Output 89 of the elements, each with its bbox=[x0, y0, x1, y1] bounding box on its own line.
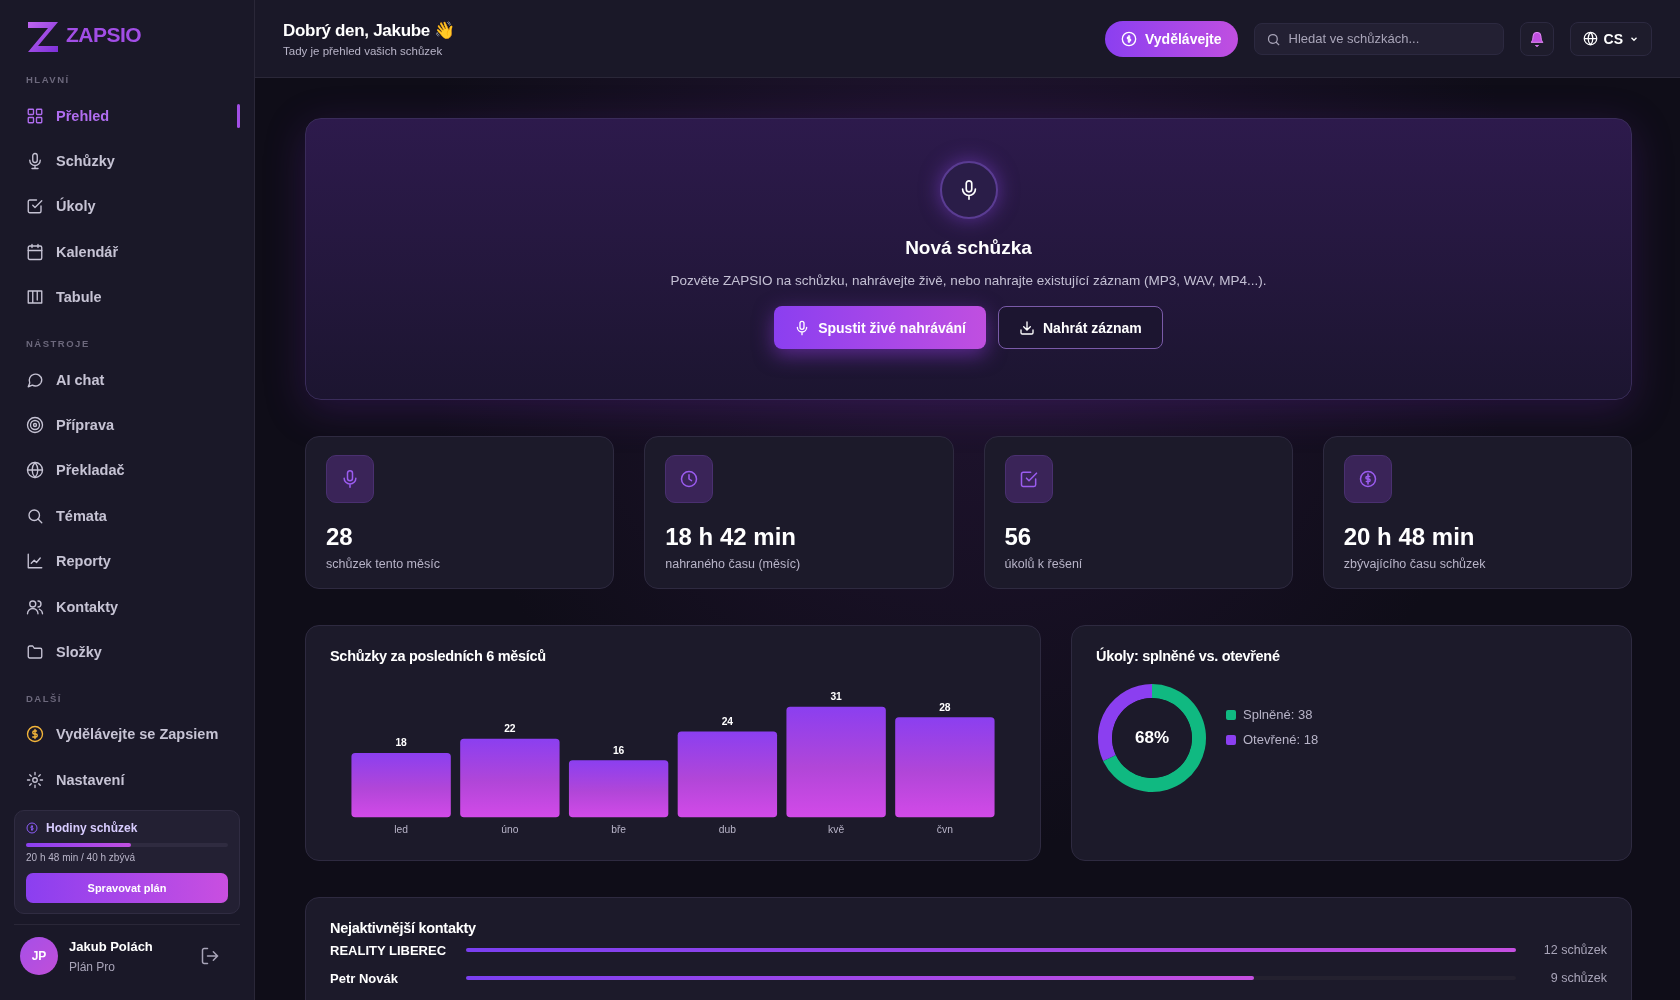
download-icon bbox=[1019, 319, 1035, 336]
check-icon bbox=[1004, 455, 1053, 503]
bar-value: 24 bbox=[721, 716, 734, 728]
stat-label: schůzek tento měsíc bbox=[326, 557, 441, 571]
globe-icon bbox=[1582, 31, 1598, 46]
nav-item[interactable]: Reporty bbox=[14, 538, 240, 584]
mic-icon bbox=[326, 455, 374, 503]
record-button[interactable]: Spustit živé nahrávání bbox=[774, 306, 986, 349]
subtitle: Tady je přehled vašich schůzek bbox=[283, 45, 444, 57]
coin-icon bbox=[26, 725, 44, 744]
nav-item[interactable]: Kalendář bbox=[14, 229, 240, 275]
nav-item[interactable]: Kontakty bbox=[14, 583, 240, 630]
check-icon bbox=[26, 197, 44, 216]
search-icon bbox=[1265, 31, 1281, 47]
coin-icon bbox=[1121, 30, 1137, 47]
cal-icon bbox=[26, 242, 44, 261]
section-title: HLAVNÍ bbox=[25, 73, 71, 85]
nav-item[interactable]: Schůzky bbox=[14, 138, 240, 184]
coin-icon bbox=[1343, 455, 1392, 503]
meeting-count: 9 schůzek bbox=[1549, 971, 1607, 985]
month-label: úno bbox=[501, 824, 519, 836]
logout-icon[interactable] bbox=[200, 946, 220, 967]
notification-button[interactable] bbox=[1519, 21, 1554, 56]
meeting-count: 12 schůzek bbox=[1542, 943, 1607, 957]
nav-item[interactable]: Příprava bbox=[14, 402, 240, 448]
user-plan: Plán Pro bbox=[69, 959, 117, 974]
avatar: JP bbox=[20, 937, 58, 976]
contact-name: Petr Novák bbox=[330, 970, 399, 986]
nav-item[interactable]: Témata bbox=[14, 493, 240, 539]
bar-value: 31 bbox=[830, 691, 842, 703]
month-label: led bbox=[394, 824, 408, 836]
board-icon bbox=[26, 288, 44, 307]
nav-item[interactable]: Překladač bbox=[14, 447, 240, 494]
legend-label: Otevřené: 18 bbox=[1243, 732, 1319, 747]
legend-label: Splněné: 38 bbox=[1243, 707, 1313, 722]
hero-text: Pozvěte ZAPSIO na schůzku, nahrávejte živě, nebo nahrajte existující záznam (MP3, WAV, MP4...). bbox=[670, 273, 1267, 288]
nav-item[interactable]: Složky bbox=[14, 629, 240, 675]
bar-value: 28 bbox=[939, 701, 951, 713]
bar-value: 18 bbox=[395, 737, 407, 749]
manage-plan-button[interactable]: Spravovat plán bbox=[26, 873, 228, 904]
stat-value: 20 h 48 min bbox=[1343, 523, 1476, 551]
chart-title: Schůzky za posledních 6 měsíců bbox=[330, 648, 547, 664]
month-label: kvě bbox=[828, 824, 845, 836]
contact-name: REALITY LIBEREC bbox=[330, 942, 448, 958]
month-label: čvn bbox=[936, 824, 953, 836]
stat-value: 18 h 42 min bbox=[665, 523, 797, 551]
search-icon bbox=[26, 506, 44, 525]
plan-title: Hodiny schůzek bbox=[46, 821, 138, 836]
earn-button[interactable]: Vydělávejte bbox=[1105, 20, 1238, 57]
user-name: Jakub Polách bbox=[69, 938, 154, 954]
nav-item[interactable]: AI chat bbox=[14, 356, 240, 403]
bar-value: 22 bbox=[504, 723, 516, 735]
upload-button[interactable]: Nahrát záznam bbox=[998, 306, 1163, 349]
plan-reading: 20 h 48 min / 40 h zbývá bbox=[26, 852, 136, 864]
donut-percent: 68% bbox=[1135, 728, 1169, 748]
stat-value: 56 bbox=[1004, 523, 1033, 551]
language-button[interactable]: CS bbox=[1569, 21, 1652, 56]
chart-icon bbox=[26, 552, 44, 571]
clock-icon bbox=[665, 455, 714, 503]
contacts-title: Nejaktivnější kontakty bbox=[330, 920, 477, 936]
logo-text: ZAPSIO bbox=[66, 23, 142, 47]
hero-title: Nová schůzka bbox=[905, 237, 1032, 259]
target-icon bbox=[26, 416, 44, 435]
search-field[interactable]: Hledat ve schůzkách... bbox=[1253, 22, 1504, 55]
section-title: NÁSTROJE bbox=[25, 336, 91, 349]
section-title: DALŠÍ bbox=[25, 691, 63, 704]
nav-item[interactable]: Nastavení bbox=[14, 757, 240, 803]
nav-item[interactable]: Vydělávejte se Zapsiem bbox=[14, 711, 240, 758]
stat-value: 28 bbox=[326, 523, 354, 551]
nav-item[interactable]: Tabule bbox=[14, 274, 240, 320]
bell-icon bbox=[1528, 30, 1545, 47]
stat-label: nahraného času (měsíc) bbox=[665, 557, 802, 571]
microphone-icon bbox=[939, 161, 998, 219]
users-icon bbox=[26, 597, 44, 616]
month-label: dub bbox=[718, 824, 736, 836]
greeting: Dobrý den, Jakube 👋 bbox=[283, 20, 457, 41]
stat-label: zbývajícího času schůzek bbox=[1343, 557, 1487, 571]
chart-title: Úkoly: splněné vs. otevřené bbox=[1096, 648, 1281, 664]
stat-label: úkolů k řešení bbox=[1004, 557, 1084, 571]
chat-icon bbox=[26, 370, 44, 389]
month-label: bře bbox=[611, 824, 627, 836]
globe-icon bbox=[26, 461, 44, 480]
bar-value: 16 bbox=[612, 744, 625, 756]
nav-item[interactable]: Úkoly bbox=[14, 183, 240, 230]
grid-icon bbox=[26, 106, 44, 125]
folder-icon bbox=[26, 643, 44, 661]
mic-icon bbox=[26, 152, 44, 171]
nav-item[interactable]: Přehled bbox=[14, 93, 240, 139]
coin-icon bbox=[26, 822, 38, 835]
